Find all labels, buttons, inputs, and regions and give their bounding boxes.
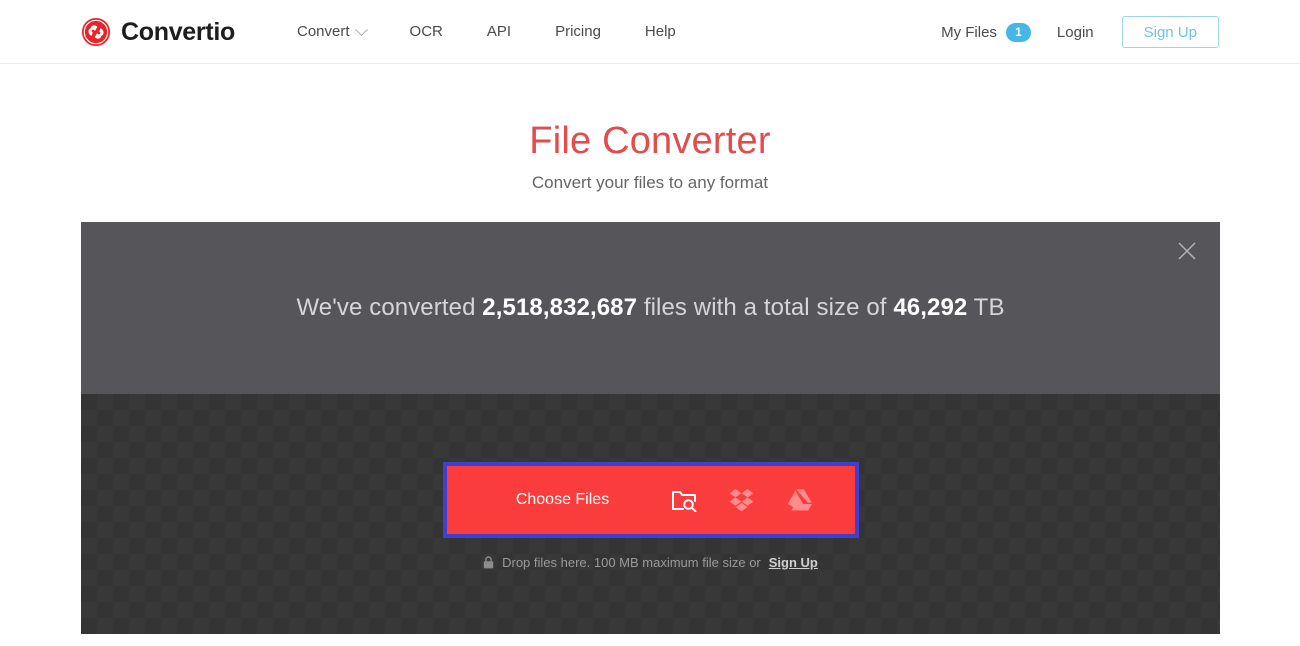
main-nav: Convert OCR API Pricing Help [297,0,698,64]
lock-icon [483,556,494,569]
login-link[interactable]: Login [1057,24,1122,41]
nav-item-ocr-label: OCR [409,23,443,40]
stats-middle: files with a total size of [637,294,894,321]
nav-item-pricing[interactable]: Pricing [533,0,623,64]
close-icon [1178,242,1196,260]
stats-prefix: We've converted [296,294,483,321]
file-drop-zone[interactable]: Choose Files Drop files here. 100 MB max… [81,394,1220,634]
stats-suffix: TB [967,294,1005,321]
page-title: File Converter [529,120,771,162]
hero-section: File Converter Convert your files to any… [0,64,1300,193]
nav-item-ocr[interactable]: OCR [388,0,465,64]
nav-item-help[interactable]: Help [623,0,698,64]
my-files-link[interactable]: My Files 1 [941,22,1057,42]
nav-item-pricing-label: Pricing [555,23,601,40]
chevron-down-icon [354,22,368,36]
folder-search-icon[interactable] [671,487,697,513]
file-source-icons [671,487,855,513]
my-files-label: My Files [941,23,997,41]
stats-banner: We've converted 2,518,832,687 files with… [81,222,1220,394]
stats-text: We've converted 2,518,832,687 files with… [296,294,1004,322]
close-banner-button[interactable] [1170,234,1204,268]
drop-hint-signup-link[interactable]: Sign Up [769,555,818,570]
nav-item-help-label: Help [644,23,676,40]
brand-name: Convertio [121,17,235,46]
sign-up-button[interactable]: Sign Up [1121,16,1219,48]
site-header: Convertio Convert OCR API Pricing Help M… [0,0,1300,64]
dropbox-icon[interactable] [729,487,755,513]
nav-item-api-label: API [486,23,512,40]
choose-files-button[interactable]: Choose Files [442,462,859,538]
drop-hint: Drop files here. 100 MB maximum file siz… [483,555,818,570]
header-right-actions: My Files 1 Login Sign Up [941,0,1219,64]
convertio-logo-icon [81,17,111,47]
choose-files-label: Choose Files [515,491,610,508]
stats-size-value: 46,292 [893,294,968,321]
brand-logo-link[interactable]: Convertio [81,0,235,64]
file-drop-panel: We've converted 2,518,832,687 files with… [81,222,1220,634]
google-drive-icon[interactable] [787,487,813,513]
nav-item-convert[interactable]: Convert [297,0,388,64]
nav-item-api[interactable]: API [465,0,533,64]
nav-item-convert-label: Convert [297,23,350,40]
drop-hint-text: Drop files here. 100 MB maximum file siz… [502,555,761,570]
stats-files-count: 2,518,832,687 [482,294,638,321]
page-subtitle: Convert your files to any format [531,172,769,192]
my-files-badge: 1 [1005,22,1031,42]
